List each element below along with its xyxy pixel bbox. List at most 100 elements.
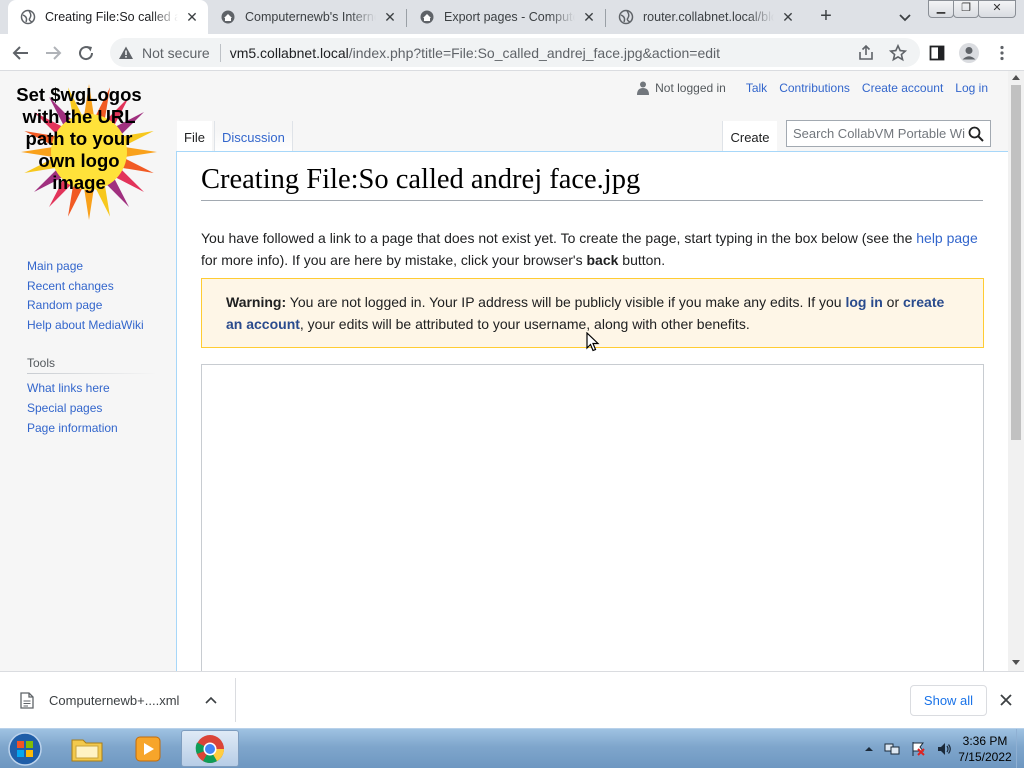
page-scrollbar[interactable] [1008, 71, 1024, 671]
address-bar[interactable]: Not secure vm5.collabnet.local/index.php… [110, 38, 920, 67]
sidebar-item-random-page[interactable]: Random page [27, 296, 157, 316]
close-icon[interactable]: ✕ [382, 9, 398, 25]
clock-time: 3:36 PM [962, 734, 1008, 748]
tab-file[interactable]: File [177, 121, 212, 152]
avatar-icon [959, 43, 979, 63]
sidebar-item-page-information[interactable]: Page information [27, 419, 157, 439]
intro-part3: button. [618, 252, 666, 268]
new-tab-button[interactable]: + [815, 6, 837, 28]
share-button[interactable] [855, 42, 877, 64]
search-input[interactable] [793, 126, 965, 141]
chevron-up-icon[interactable] [205, 696, 217, 704]
share-icon [859, 44, 873, 60]
taskbar-chrome[interactable] [181, 730, 239, 767]
back-word: back [586, 252, 619, 268]
side-panel-button[interactable] [926, 42, 948, 64]
side-panel-icon [929, 45, 945, 61]
archive-icon [221, 10, 235, 24]
download-bar: Computernewb+....xml Show all [0, 671, 1024, 728]
folder-icon [71, 739, 103, 761]
search-icon[interactable] [968, 126, 984, 142]
globe-icon [618, 9, 634, 25]
edit-textarea[interactable] [201, 364, 984, 671]
kebab-menu-icon [1000, 45, 1004, 61]
arrow-left-icon [12, 46, 28, 60]
contributions-link[interactable]: Contributions [779, 81, 850, 95]
sidebar-item-what-links-here[interactable]: What links here [27, 379, 157, 399]
tab-title: Computernewb's Internet Archive [245, 10, 376, 24]
tools-heading: Tools [27, 356, 157, 375]
sidebar: Main page Recent changes Random page Hel… [27, 257, 157, 438]
tab-discussion[interactable]: Discussion [214, 121, 293, 152]
browser-tab[interactable]: Export pages - Computernewb ✕ [407, 0, 605, 34]
sidebar-item-recent-changes[interactable]: Recent changes [27, 277, 157, 297]
browser-toolbar: Not secure vm5.collabnet.local/index.php… [0, 34, 1024, 71]
volume-icon[interactable] [936, 741, 952, 757]
login-link[interactable]: Log in [955, 81, 988, 95]
close-icon[interactable]: ✕ [184, 9, 200, 25]
star-icon [889, 44, 907, 62]
login-status: Not logged in [655, 81, 726, 95]
tab-title: Creating File:So called andrej face.jpg [45, 10, 178, 24]
archive-icon [420, 10, 434, 24]
help-page-link[interactable]: help page [916, 230, 978, 246]
page-title: Creating File:So called andrej face.jpg [201, 164, 983, 201]
close-icon[interactable] [997, 691, 1015, 709]
scroll-up-icon[interactable] [1012, 75, 1020, 80]
warning-icon [119, 46, 133, 59]
close-icon[interactable]: ✕ [581, 9, 597, 25]
close-window-button[interactable]: ✕ [978, 0, 1016, 18]
search-box [786, 120, 991, 147]
security-label[interactable]: Not secure [142, 45, 210, 61]
browser-tab[interactable]: router.collabnet.local/blog ✕ [606, 0, 804, 34]
omnibox-divider [219, 43, 221, 62]
tab-title: router.collabnet.local/blog [643, 10, 774, 24]
intro-part1: You have followed a link to a page that … [201, 230, 917, 246]
action-center-icon[interactable] [910, 741, 926, 757]
show-desktop-button[interactable] [1016, 729, 1024, 768]
bookmark-button[interactable] [887, 42, 909, 64]
scroll-thumb[interactable] [1011, 85, 1021, 440]
chrome-icon [195, 734, 224, 763]
sidebar-item-help[interactable]: Help about MediaWiki [27, 316, 157, 336]
taskbar-clock[interactable]: 3:36 PM 7/15/2022 [954, 733, 1016, 765]
sidebar-item-special-pages[interactable]: Special pages [27, 399, 157, 419]
minimize-button[interactable]: ▁ [928, 0, 954, 18]
windows-start-icon[interactable] [5, 730, 45, 768]
close-icon[interactable]: ✕ [780, 9, 796, 25]
network-icon[interactable] [884, 741, 900, 757]
tab-create[interactable]: Create [722, 121, 777, 152]
download-item[interactable]: Computernewb+....xml [0, 678, 236, 722]
show-all-button[interactable]: Show all [910, 685, 987, 716]
taskbar-media-player[interactable] [119, 730, 177, 767]
forward-button[interactable] [42, 42, 64, 64]
url-text[interactable]: vm5.collabnet.local/index.php?title=File… [230, 45, 720, 61]
talk-link[interactable]: Talk [746, 81, 767, 95]
browser-tab-active[interactable]: Creating File:So called andrej face.jpg … [8, 0, 208, 34]
maximize-button[interactable]: ❐ [953, 0, 979, 18]
scroll-down-icon[interactable] [1012, 660, 1020, 665]
globe-icon [20, 9, 36, 25]
browser-tab[interactable]: Computernewb's Internet Archive ✕ [208, 0, 406, 34]
reload-button[interactable] [75, 42, 97, 64]
clock-date: 7/15/2022 [958, 750, 1012, 764]
logo-text: Set $wgLogos with the URL path to your o… [16, 84, 142, 193]
warning-login-link[interactable]: log in [845, 294, 882, 310]
create-account-link[interactable]: Create account [862, 81, 943, 95]
url-path: /index.php?title=File:So_called_andrej_f… [348, 44, 721, 61]
menu-button[interactable] [991, 42, 1013, 64]
tab-title: Export pages - Computernewb [444, 10, 575, 24]
back-button[interactable] [10, 42, 32, 64]
sidebar-item-main-page[interactable]: Main page [27, 257, 157, 277]
warning-part2: or [882, 294, 904, 310]
taskbar-explorer[interactable] [58, 730, 116, 767]
tray-expand-icon[interactable] [864, 744, 874, 754]
url-host: vm5.collabnet.local [229, 44, 349, 61]
arrow-right-icon [46, 46, 62, 60]
system-tray [864, 741, 952, 757]
chevron-down-icon[interactable] [896, 8, 914, 26]
file-icon [20, 691, 34, 709]
profile-button[interactable] [958, 42, 980, 64]
warning-part3: , your edits will be attributed to your … [299, 316, 750, 332]
mouse-cursor-icon [586, 332, 600, 352]
